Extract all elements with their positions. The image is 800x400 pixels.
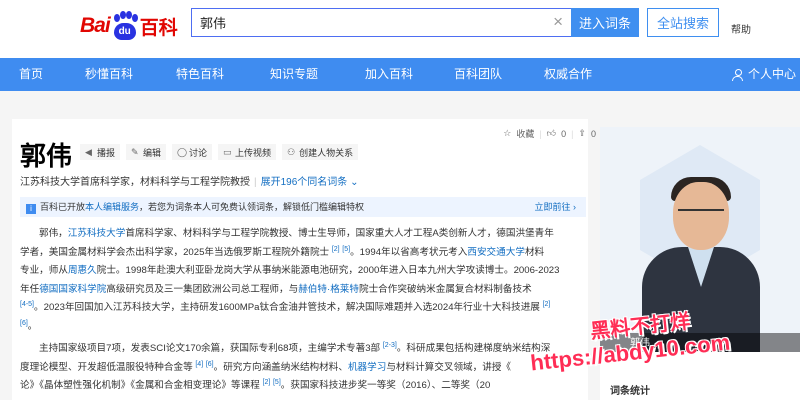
claim-notice: i 百科已开放本人编辑服务，若您为词条本人可免费认领词条，解锁低门槛编辑特权 立即…	[20, 197, 586, 217]
entry-title: 郭伟	[20, 142, 73, 171]
same-name-entries-link[interactable]: 展开196个同名词条	[261, 177, 348, 188]
nav-featured[interactable]: 特色百科	[176, 58, 224, 91]
help-link[interactable]: 帮助	[731, 21, 751, 36]
self-edit-service-link[interactable]: 本人编辑服务	[85, 202, 139, 212]
site-search-button[interactable]: 全站搜索	[647, 8, 719, 37]
search-box: ×	[191, 8, 571, 37]
comment-icon: ◯	[177, 146, 188, 157]
share-count: 0	[590, 128, 596, 139]
entry-subtitle: 江苏科技大学首席科学家，材料科学与工程学院教授 | 展开196个同名词条 ⌄	[20, 177, 359, 188]
info-icon: i	[26, 204, 36, 214]
chevron-down-icon: ⌄	[347, 177, 359, 188]
speaker-icon: ◀	[85, 146, 92, 157]
nav-join[interactable]: 加入百科	[365, 58, 413, 91]
nav-team[interactable]: 百科团队	[454, 58, 502, 91]
go-now-link[interactable]: 立即前往 ›	[534, 197, 576, 217]
site-header: Bai du 百科 × 进入词条 全站搜索 帮助	[0, 0, 800, 58]
entry-tools: ☆ 收藏 | 👍︎ 0 | ⇪ 0	[503, 127, 596, 140]
upload-video-button[interactable]: ▭ 上传视频	[218, 144, 277, 160]
entry-content: 郭伟 ◀ 播报 ✎ 编辑 ◯ 讨论 ▭ 上传视频 ⚇ 创建人物关系 ☆ 收藏 | 👍︎ 0…	[12, 119, 596, 400]
enter-entry-button[interactable]: 进入词条	[571, 8, 639, 37]
logo-baike-text: 百科	[139, 17, 178, 39]
pencil-icon: ✎	[131, 146, 139, 157]
baidu-baike-logo[interactable]: Bai du 百科	[80, 8, 178, 44]
entry-actions: ◀ 播报 ✎ 编辑 ◯ 讨论 ▭ 上传视频 ⚇ 创建人物关系	[80, 144, 364, 160]
star-icon[interactable]: ☆	[503, 128, 511, 139]
nav-partnership[interactable]: 权威合作	[544, 58, 592, 91]
search-input[interactable]	[192, 9, 542, 36]
jiangsu-ust-link[interactable]: 江苏科技大学	[68, 228, 126, 239]
xjtu-link[interactable]: 西安交通大学	[467, 247, 525, 258]
broadcast-button[interactable]: ◀ 播报	[80, 144, 121, 160]
machine-learning-link[interactable]: 机器学习	[348, 362, 386, 373]
video-icon: ▭	[223, 146, 232, 157]
paw-icon: du	[111, 11, 139, 41]
thumbs-up-icon[interactable]: 👍︎	[547, 128, 556, 139]
nav-user-label: 个人中心	[747, 67, 796, 81]
watermark: 黑料不打烊 https://abdy10.com	[529, 310, 800, 390]
user-icon	[731, 68, 743, 81]
create-relation-button[interactable]: ⚇ 创建人物关系	[282, 144, 359, 160]
zhou-huijiu-link[interactable]: 周惠久	[68, 265, 97, 276]
german-academy-link[interactable]: 德国国家科学院	[39, 284, 106, 295]
edit-button[interactable]: ✎ 编辑	[126, 144, 167, 160]
nav-user-center[interactable]: 个人中心	[731, 58, 796, 91]
summary-paragraph-2: 主持国家级项目7项，发表SCI论文170余篇，获国际专利68项，主编学术专著3部…	[20, 342, 551, 391]
nav-home[interactable]: 首页	[19, 58, 43, 91]
clear-icon[interactable]: ×	[553, 13, 563, 31]
like-count: 0	[561, 128, 567, 139]
discuss-button[interactable]: ◯ 讨论	[172, 144, 213, 160]
herbert-gleiter-link[interactable]: 赫伯特·格莱特	[298, 284, 359, 295]
logo-du-text: du	[113, 23, 136, 40]
nav-topics[interactable]: 知识专题	[270, 58, 318, 91]
nav-miaodong[interactable]: 秒懂百科	[85, 58, 133, 91]
main-navbar: 首页 秒懂百科 特色百科 知识专题 加入百科 百科团队 权威合作 个人中心	[0, 58, 800, 91]
summary-paragraph-1: 郭伟，江苏科技大学首席科学家、材料科学与工程学院教授、博士生导师，国家重大人才工…	[20, 228, 560, 332]
collect-label[interactable]: 收藏	[516, 127, 534, 140]
relation-icon: ⚇	[287, 146, 296, 157]
logo-bai-text: Bai	[80, 14, 111, 37]
share-icon[interactable]: ⇪	[578, 128, 586, 139]
